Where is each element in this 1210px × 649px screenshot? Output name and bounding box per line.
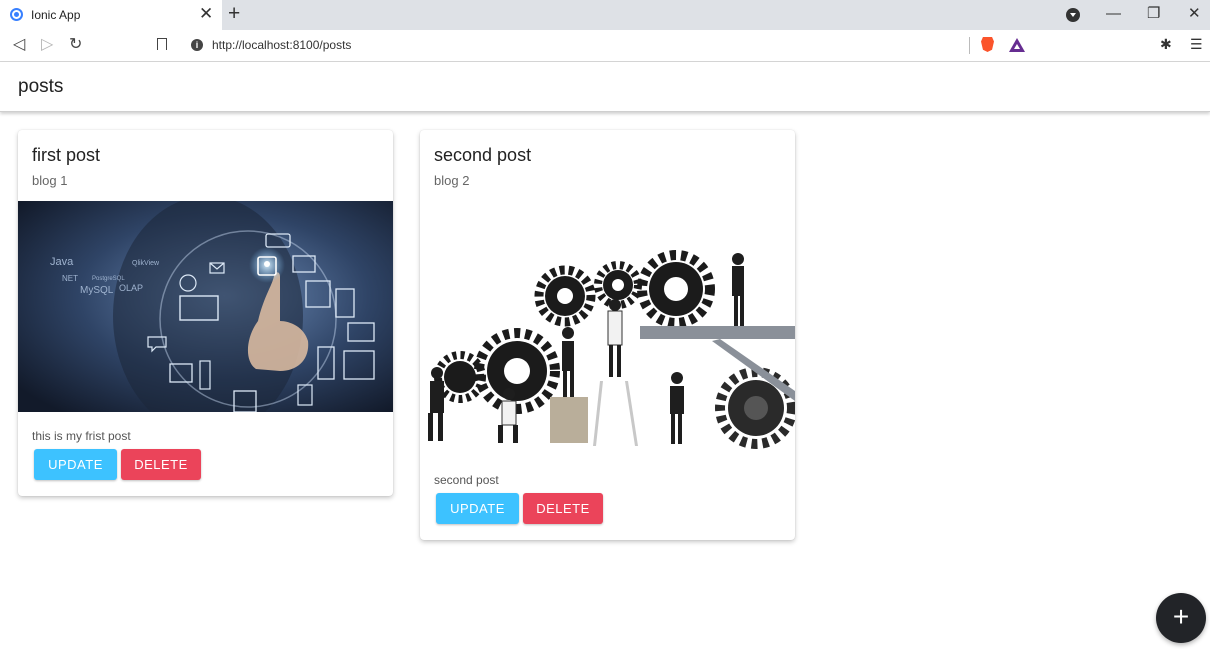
browser-menu-icon[interactable]: ☰ [1190, 36, 1203, 53]
ionic-favicon-icon [10, 8, 23, 21]
post-image-technology: Java NET MySQL OLAP QlikView PostgreSQL [18, 201, 393, 412]
url-text[interactable]: http://localhost:8100/posts [212, 38, 351, 52]
brave-shields-icon[interactable] [981, 37, 994, 52]
bookmark-icon[interactable] [157, 38, 167, 50]
tech-label: NET [62, 274, 78, 283]
app-header: posts [0, 62, 1210, 112]
delete-button[interactable]: DELETE [121, 449, 201, 480]
card-subtitle: blog 1 [32, 173, 68, 188]
reload-button[interactable]: ↻ [69, 35, 82, 55]
update-button[interactable]: UPDATE [436, 493, 519, 524]
card-content: this is my frist post [32, 429, 131, 443]
profile-dropdown-icon[interactable] [1066, 8, 1080, 22]
browser-tab-strip: Ionic App ✕ + — ❐ ✕ [0, 0, 1210, 30]
back-button[interactable]: ◁ [13, 35, 25, 55]
browser-tab[interactable]: Ionic App ✕ [0, 0, 222, 30]
card-subtitle: blog 2 [434, 173, 470, 188]
address-bar[interactable]: i http://localhost:8100/posts [181, 33, 1033, 58]
tech-label: Java [50, 256, 74, 268]
add-post-fab-button[interactable]: + [1156, 593, 1206, 643]
close-window-button[interactable]: ✕ [1188, 4, 1201, 24]
page-title: posts [18, 76, 64, 97]
brave-rewards-icon[interactable] [1009, 38, 1025, 52]
card-title: second post [434, 145, 532, 165]
extensions-icon[interactable]: ✱ [1160, 36, 1172, 53]
gears-teamwork-illustration [420, 201, 795, 456]
address-divider [969, 37, 970, 54]
new-tab-button[interactable]: + [228, 3, 240, 25]
delete-button[interactable]: DELETE [523, 493, 603, 524]
technology-illustration: Java NET MySQL OLAP QlikView PostgreSQL [18, 201, 393, 412]
update-button[interactable]: UPDATE [34, 449, 117, 480]
tech-label: QlikView [132, 260, 160, 267]
card-title: first post [32, 145, 101, 165]
browser-toolbar: ◁ ▷ ↻ i http://localhost:8100/posts [0, 30, 1210, 62]
restore-button[interactable]: ❐ [1147, 4, 1160, 24]
post-card: second post blog 2 second post UPDATE DE… [420, 130, 795, 540]
tech-label: OLAP [119, 283, 143, 293]
site-info-icon[interactable]: i [191, 39, 203, 51]
minimize-button[interactable]: — [1106, 4, 1121, 24]
plus-icon: + [1172, 601, 1190, 632]
tab-close-icon[interactable]: ✕ [199, 5, 213, 23]
forward-button[interactable]: ▷ [41, 35, 53, 55]
tech-label: MySQL [80, 285, 114, 296]
card-content: second post [434, 473, 499, 487]
tab-title: Ionic App [31, 8, 81, 22]
tech-label: PostgreSQL [92, 276, 125, 282]
post-image-gears [420, 201, 795, 456]
post-card: first post blog 1 Java NET MySQL OLAP Ql… [18, 130, 393, 496]
